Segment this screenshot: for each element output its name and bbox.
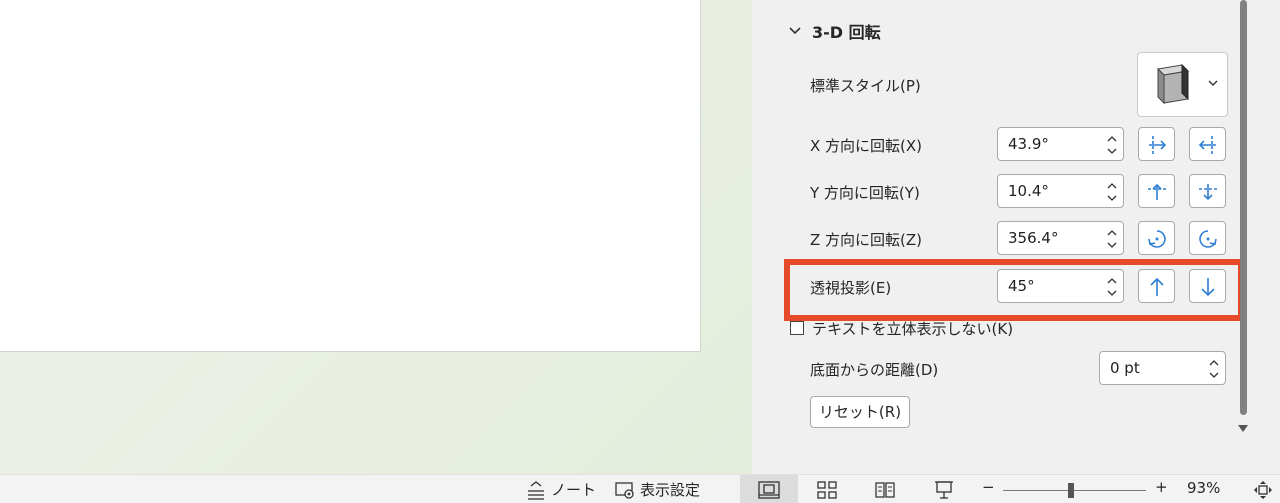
rotate-up-button[interactable] [1138,174,1175,208]
z-rotation-value: 356.4° [1008,229,1059,247]
scrollbar-thumb[interactable] [1240,0,1247,415]
display-settings-button[interactable]: 表示設定 [614,479,700,500]
slideshow-icon[interactable] [933,480,955,500]
section-title: 3-D 回転 [812,23,881,42]
section-3d-rotation-header[interactable]: 3-D 回転 [788,18,881,44]
z-rotation-input[interactable]: 356.4° [997,221,1124,255]
slide-sorter-icon[interactable] [816,481,838,499]
rotate-down-button[interactable] [1189,174,1226,208]
rotate-right-icon [1198,136,1216,154]
notes-label: ノート [551,481,597,499]
display-settings-label: 表示設定 [640,481,701,499]
rotate-ccw-button[interactable] [1138,221,1175,255]
zoom-out-button[interactable]: − [982,478,995,496]
cube-preset-icon [1156,63,1190,105]
preset-label: 標準スタイル(P) [810,77,921,95]
fit-to-window-icon[interactable] [1253,480,1273,500]
rotate-right-button[interactable] [1189,127,1226,161]
slide-canvas[interactable] [0,0,701,352]
spinner-arrows-icon[interactable] [1107,181,1117,203]
slide-canvas-area [0,0,752,474]
distance-value: 0 pt [1110,359,1140,377]
zoom-level[interactable]: 93% [1187,479,1220,497]
normal-view-button[interactable] [740,475,798,503]
y-rotation-input[interactable]: 10.4° [997,174,1124,208]
chevron-down-icon [789,27,801,35]
format-shape-pane: 3-D 回転 標準スタイル(P) X 方向に回転(X) 43.9° Y 方向に回… [752,0,1280,474]
keep-text-flat-checkbox[interactable] [790,321,804,335]
keep-text-flat-label: テキストを立体表示しない(K) [812,320,1014,338]
normal-view-icon [758,481,780,499]
z-rotation-label: Z 方向に回転(Z) [810,231,923,249]
zoom-slider-track[interactable] [1003,490,1146,491]
distance-input[interactable]: 0 pt [1099,351,1226,385]
rotate-left-icon [1149,136,1167,154]
reset-button[interactable]: リセット(R) [810,396,910,428]
x-rotation-value: 43.9° [1008,135,1049,153]
display-settings-icon [615,481,634,499]
distance-label: 底面からの距離(D) [810,361,939,379]
rotate-cw-button[interactable] [1189,221,1226,255]
notes-icon [528,480,544,500]
rotate-up-icon [1148,183,1166,200]
spinner-arrows-icon[interactable] [1107,228,1117,250]
zoom-in-button[interactable]: + [1155,478,1168,496]
rotate-down-icon [1199,184,1217,201]
notes-button[interactable]: ノート [525,479,596,500]
zoom-slider-thumb[interactable] [1068,483,1074,498]
y-rotation-value: 10.4° [1008,182,1049,200]
rotate-clockwise-icon [1199,230,1217,248]
preset-dropdown[interactable] [1137,52,1228,117]
chevron-down-icon [1208,80,1218,86]
x-rotation-label: X 方向に回転(X) [810,137,923,155]
x-rotation-input[interactable]: 43.9° [997,127,1124,161]
scroll-down-icon[interactable] [1237,423,1249,433]
rotate-left-button[interactable] [1138,127,1175,161]
status-bar: ノート 表示設定 − + 93% [0,474,1280,503]
spinner-arrows-icon[interactable] [1107,134,1117,156]
rotate-counterclockwise-icon [1148,230,1166,248]
reading-view-icon[interactable] [874,481,896,499]
spinner-arrows-icon[interactable] [1209,358,1219,380]
y-rotation-label: Y 方向に回転(Y) [810,184,920,202]
highlight-box [784,259,1244,321]
